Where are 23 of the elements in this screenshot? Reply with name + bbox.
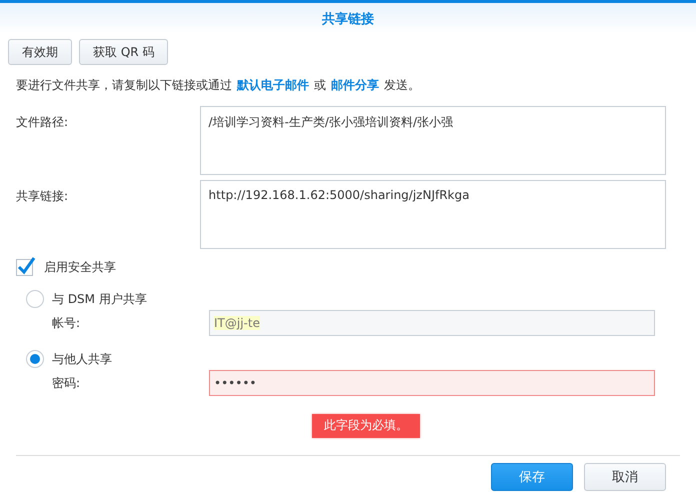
window-title: 共享链接 [322, 10, 374, 28]
email-link[interactable]: 默认电子邮件 [237, 77, 309, 94]
field-label: 帐号: [52, 314, 82, 332]
path-field[interactable]: /培训学习资料-生产类/张小强培训资料/张小强 [200, 106, 666, 175]
password-field[interactable]: •••••• [209, 370, 655, 396]
toolbar-button[interactable]: 有效期 [8, 39, 72, 65]
checkbox-label: 启用安全共享 [44, 259, 116, 276]
radio-button[interactable] [26, 290, 44, 308]
radio-button[interactable] [26, 350, 44, 368]
cancel-button[interactable]: 取消 [584, 463, 666, 491]
checkbox[interactable] [16, 256, 36, 276]
instruction-text: 发送。 [384, 77, 420, 94]
field-label: 共享链接: [16, 188, 70, 205]
radio-label: 与 DSM 用户共享 [52, 290, 147, 308]
radio-label: 与他人共享 [52, 350, 112, 368]
field-label: 文件路径: [16, 114, 70, 131]
instruction-text: 要进行文件共享，请复制以下链接或通过 [16, 77, 232, 94]
error-tooltip: 此字段为必填。 [312, 414, 420, 438]
field-label: 密码: [52, 374, 82, 392]
instruction-text: 或 [314, 77, 326, 94]
toolbar-button[interactable]: 获取 QR 码 [79, 39, 168, 65]
link-field[interactable]: http://192.168.1.62:5000/sharing/jzNJfRkga [200, 180, 666, 249]
email-link[interactable]: 邮件分享 [331, 77, 379, 94]
